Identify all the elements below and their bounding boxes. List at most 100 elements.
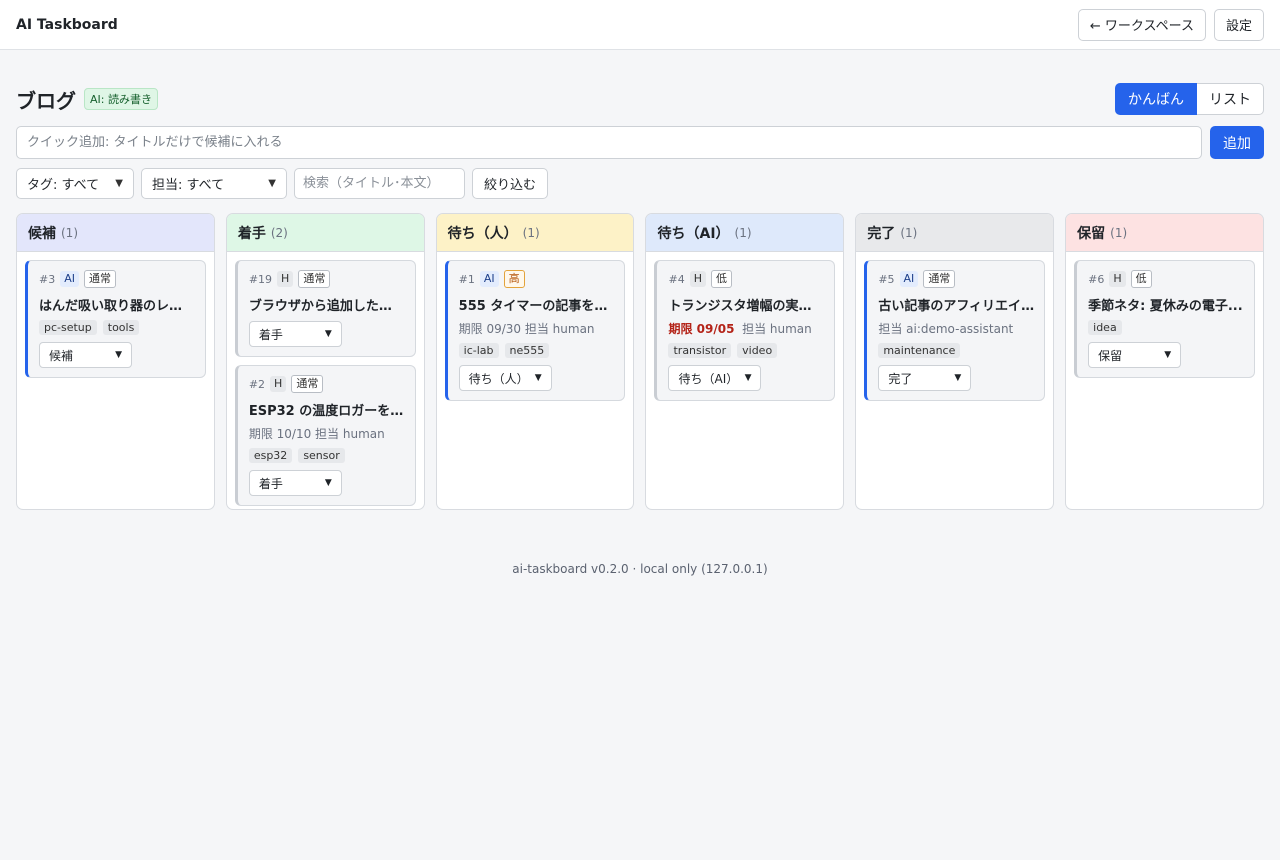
priority-badge: 高 bbox=[503, 270, 525, 288]
column-header: 待ち（AI） (1) bbox=[646, 214, 844, 252]
priority-badge: 通常 bbox=[84, 270, 116, 288]
card-info: 期限 09/30 担当 human bbox=[459, 320, 615, 337]
kanban-column: 保留 (1) #6 H 低 季節ネタ: 夏休みの電子... idea 保留 ▼ bbox=[1065, 213, 1264, 510]
chevron-down-icon: ▼ bbox=[534, 373, 542, 383]
overdue-date: 期限 09/05 bbox=[668, 322, 735, 336]
kanban-column: 候補 (1) #3 AI 通常 はんだ吸い取り器のレビュ... pc-setup to… bbox=[16, 213, 215, 510]
list-view-button[interactable]: リスト bbox=[1197, 83, 1264, 115]
task-card[interactable]: #6 H 低 季節ネタ: 夏休みの電子... idea 保留 ▼ bbox=[1074, 260, 1255, 378]
status-value: 候補 bbox=[49, 348, 74, 363]
tag[interactable]: transistor bbox=[668, 343, 732, 358]
card-info: 期限 09/05 担当 human bbox=[668, 320, 824, 337]
tag[interactable]: pc-setup bbox=[39, 320, 97, 335]
kanban-column: 待ち（AI） (1) #4 H 低 トランジスタ増幅の実験を... 期限 09/05… bbox=[645, 213, 845, 510]
column-title: 候補 bbox=[28, 225, 56, 242]
tag-filter-select[interactable]: タグ: すべて ▼ bbox=[16, 168, 134, 199]
column-title: 保留 bbox=[1077, 225, 1106, 242]
task-card[interactable]: #19 H 通常 ブラウザから追加した候補 ... 着手 ▼ bbox=[234, 260, 416, 357]
status-value: 待ち（AI） bbox=[678, 371, 739, 386]
tag[interactable]: ne555 bbox=[504, 343, 550, 358]
card-id: #3 bbox=[39, 272, 56, 286]
column-header: 待ち（人） (1) bbox=[436, 214, 634, 252]
ai-permission-badge: AI: 読み書き bbox=[84, 88, 158, 110]
card-id: #5 bbox=[878, 272, 895, 286]
chevron-down-icon: ▼ bbox=[324, 329, 332, 339]
app-title: AI Taskboard bbox=[16, 16, 118, 33]
kanban-board: 候補 (1) #3 AI 通常 はんだ吸い取り器のレビュ... pc-setup to… bbox=[16, 213, 1264, 510]
owner-badge: AI bbox=[479, 271, 499, 287]
settings-button[interactable]: 設定 bbox=[1213, 8, 1264, 41]
chevron-down-icon: ▼ bbox=[268, 178, 276, 189]
status-select[interactable]: 保留 ▼ bbox=[1088, 342, 1182, 368]
status-value: 着手 bbox=[258, 476, 283, 491]
tag[interactable]: ic-lab bbox=[458, 343, 499, 358]
kanban-column: 着手 (2) #19 H 通常 ブラウザから追加した候補 ... 着手 ▼ #2 … bbox=[225, 213, 425, 510]
workspace-back-button[interactable]: ← ワークスペース bbox=[1077, 8, 1206, 41]
column-count: (1) bbox=[1110, 225, 1128, 240]
card-info: 期限 10/10 担当 human bbox=[249, 425, 405, 442]
column-header: 候補 (1) bbox=[17, 214, 214, 252]
card-title[interactable]: ESP32 の温度ロガーを 1 ... bbox=[249, 400, 405, 419]
column-title: 待ち（AI） bbox=[657, 225, 730, 242]
owner-badge: H bbox=[270, 376, 287, 392]
top-bar: AI Taskboard ← ワークスペース 設定 bbox=[0, 0, 1280, 50]
column-count: (1) bbox=[734, 225, 752, 240]
tag[interactable]: video bbox=[737, 343, 778, 358]
tag[interactable]: maintenance bbox=[878, 343, 961, 358]
kanban-view-button[interactable]: かんばん bbox=[1115, 83, 1197, 115]
apply-filter-button[interactable]: 絞り込む bbox=[472, 168, 549, 199]
view-toggle: かんばん リスト bbox=[1115, 83, 1264, 115]
task-card[interactable]: #2 H 通常 ESP32 の温度ロガーを 1 ... 期限 10/10 担当 h… bbox=[234, 365, 416, 506]
owner-badge: AI bbox=[60, 271, 79, 287]
tag-list: pc-setup tools bbox=[39, 320, 195, 335]
task-card[interactable]: #4 H 低 トランジスタ増幅の実験を... 期限 09/05 担当 human t… bbox=[654, 260, 836, 401]
column-count: (1) bbox=[522, 225, 540, 240]
card-title[interactable]: 古い記事のアフィリエイトリ... bbox=[878, 295, 1034, 314]
priority-badge: 通常 bbox=[923, 270, 956, 288]
tag-list: esp32 sensor bbox=[248, 448, 405, 463]
add-button[interactable]: 追加 bbox=[1210, 126, 1264, 159]
task-card[interactable]: #1 AI 高 555 タイマーの記事を書く... 期限 09/30 担当 hum… bbox=[444, 260, 626, 401]
priority-badge: 通常 bbox=[291, 375, 324, 393]
status-select[interactable]: 候補 ▼ bbox=[39, 342, 132, 368]
chevron-down-icon: ▼ bbox=[744, 373, 752, 383]
card-title[interactable]: トランジスタ増幅の実験を... bbox=[668, 295, 824, 314]
card-id: #6 bbox=[1088, 272, 1105, 286]
card-id: #2 bbox=[248, 377, 266, 391]
card-title[interactable]: はんだ吸い取り器のレビュ... bbox=[39, 295, 195, 314]
status-select[interactable]: 着手 ▼ bbox=[248, 470, 342, 496]
quick-add-input[interactable] bbox=[16, 126, 1202, 159]
page-title: ブログ bbox=[16, 88, 76, 113]
card-info-text: 担当 ai:demo-assistant bbox=[878, 322, 1014, 336]
tag[interactable]: tools bbox=[102, 320, 140, 335]
status-select[interactable]: 完了 ▼ bbox=[878, 365, 972, 391]
tag[interactable]: idea bbox=[1088, 320, 1122, 335]
column-title: 待ち（人） bbox=[447, 225, 518, 242]
priority-badge: 低 bbox=[710, 270, 732, 288]
card-title[interactable]: 555 タイマーの記事を書く... bbox=[459, 295, 615, 314]
tag-list: transistor video bbox=[668, 343, 824, 358]
footer-text: ai-taskboard v0.2.0 · local only (127.0.… bbox=[512, 562, 768, 576]
tag[interactable]: sensor bbox=[298, 448, 345, 463]
status-select[interactable]: 待ち（AI） ▼ bbox=[668, 365, 762, 391]
status-value: 保留 bbox=[1098, 348, 1123, 363]
card-info: 担当 ai:demo-assistant bbox=[878, 320, 1034, 337]
card-id: #4 bbox=[668, 272, 685, 286]
card-title[interactable]: 季節ネタ: 夏休みの電子... bbox=[1088, 295, 1244, 314]
column-header: 保留 (1) bbox=[1066, 214, 1263, 252]
tag-list: idea bbox=[1088, 320, 1244, 335]
tag-filter-value: タグ: すべて bbox=[27, 178, 100, 193]
status-select[interactable]: 待ち（人） ▼ bbox=[458, 365, 552, 391]
card-title[interactable]: ブラウザから追加した候補 ... bbox=[249, 295, 405, 314]
task-card[interactable]: #3 AI 通常 はんだ吸い取り器のレビュ... pc-setup tools 候補… bbox=[25, 260, 206, 378]
status-value: 完了 bbox=[888, 371, 913, 386]
kanban-column: 待ち（人） (1) #1 AI 高 555 タイマーの記事を書く... 期限 09/… bbox=[435, 213, 635, 510]
owner-badge: H bbox=[277, 271, 294, 287]
status-select[interactable]: 着手 ▼ bbox=[248, 321, 342, 347]
search-input[interactable] bbox=[294, 168, 465, 199]
tag[interactable]: esp32 bbox=[248, 448, 293, 463]
task-card[interactable]: #5 AI 通常 古い記事のアフィリエイトリ... 担当 ai:demo-assi… bbox=[864, 260, 1046, 401]
assignee-filter-select[interactable]: 担当: すべて ▼ bbox=[141, 168, 287, 199]
column-header: 完了 (1) bbox=[856, 214, 1054, 252]
column-count: (1) bbox=[61, 225, 78, 240]
